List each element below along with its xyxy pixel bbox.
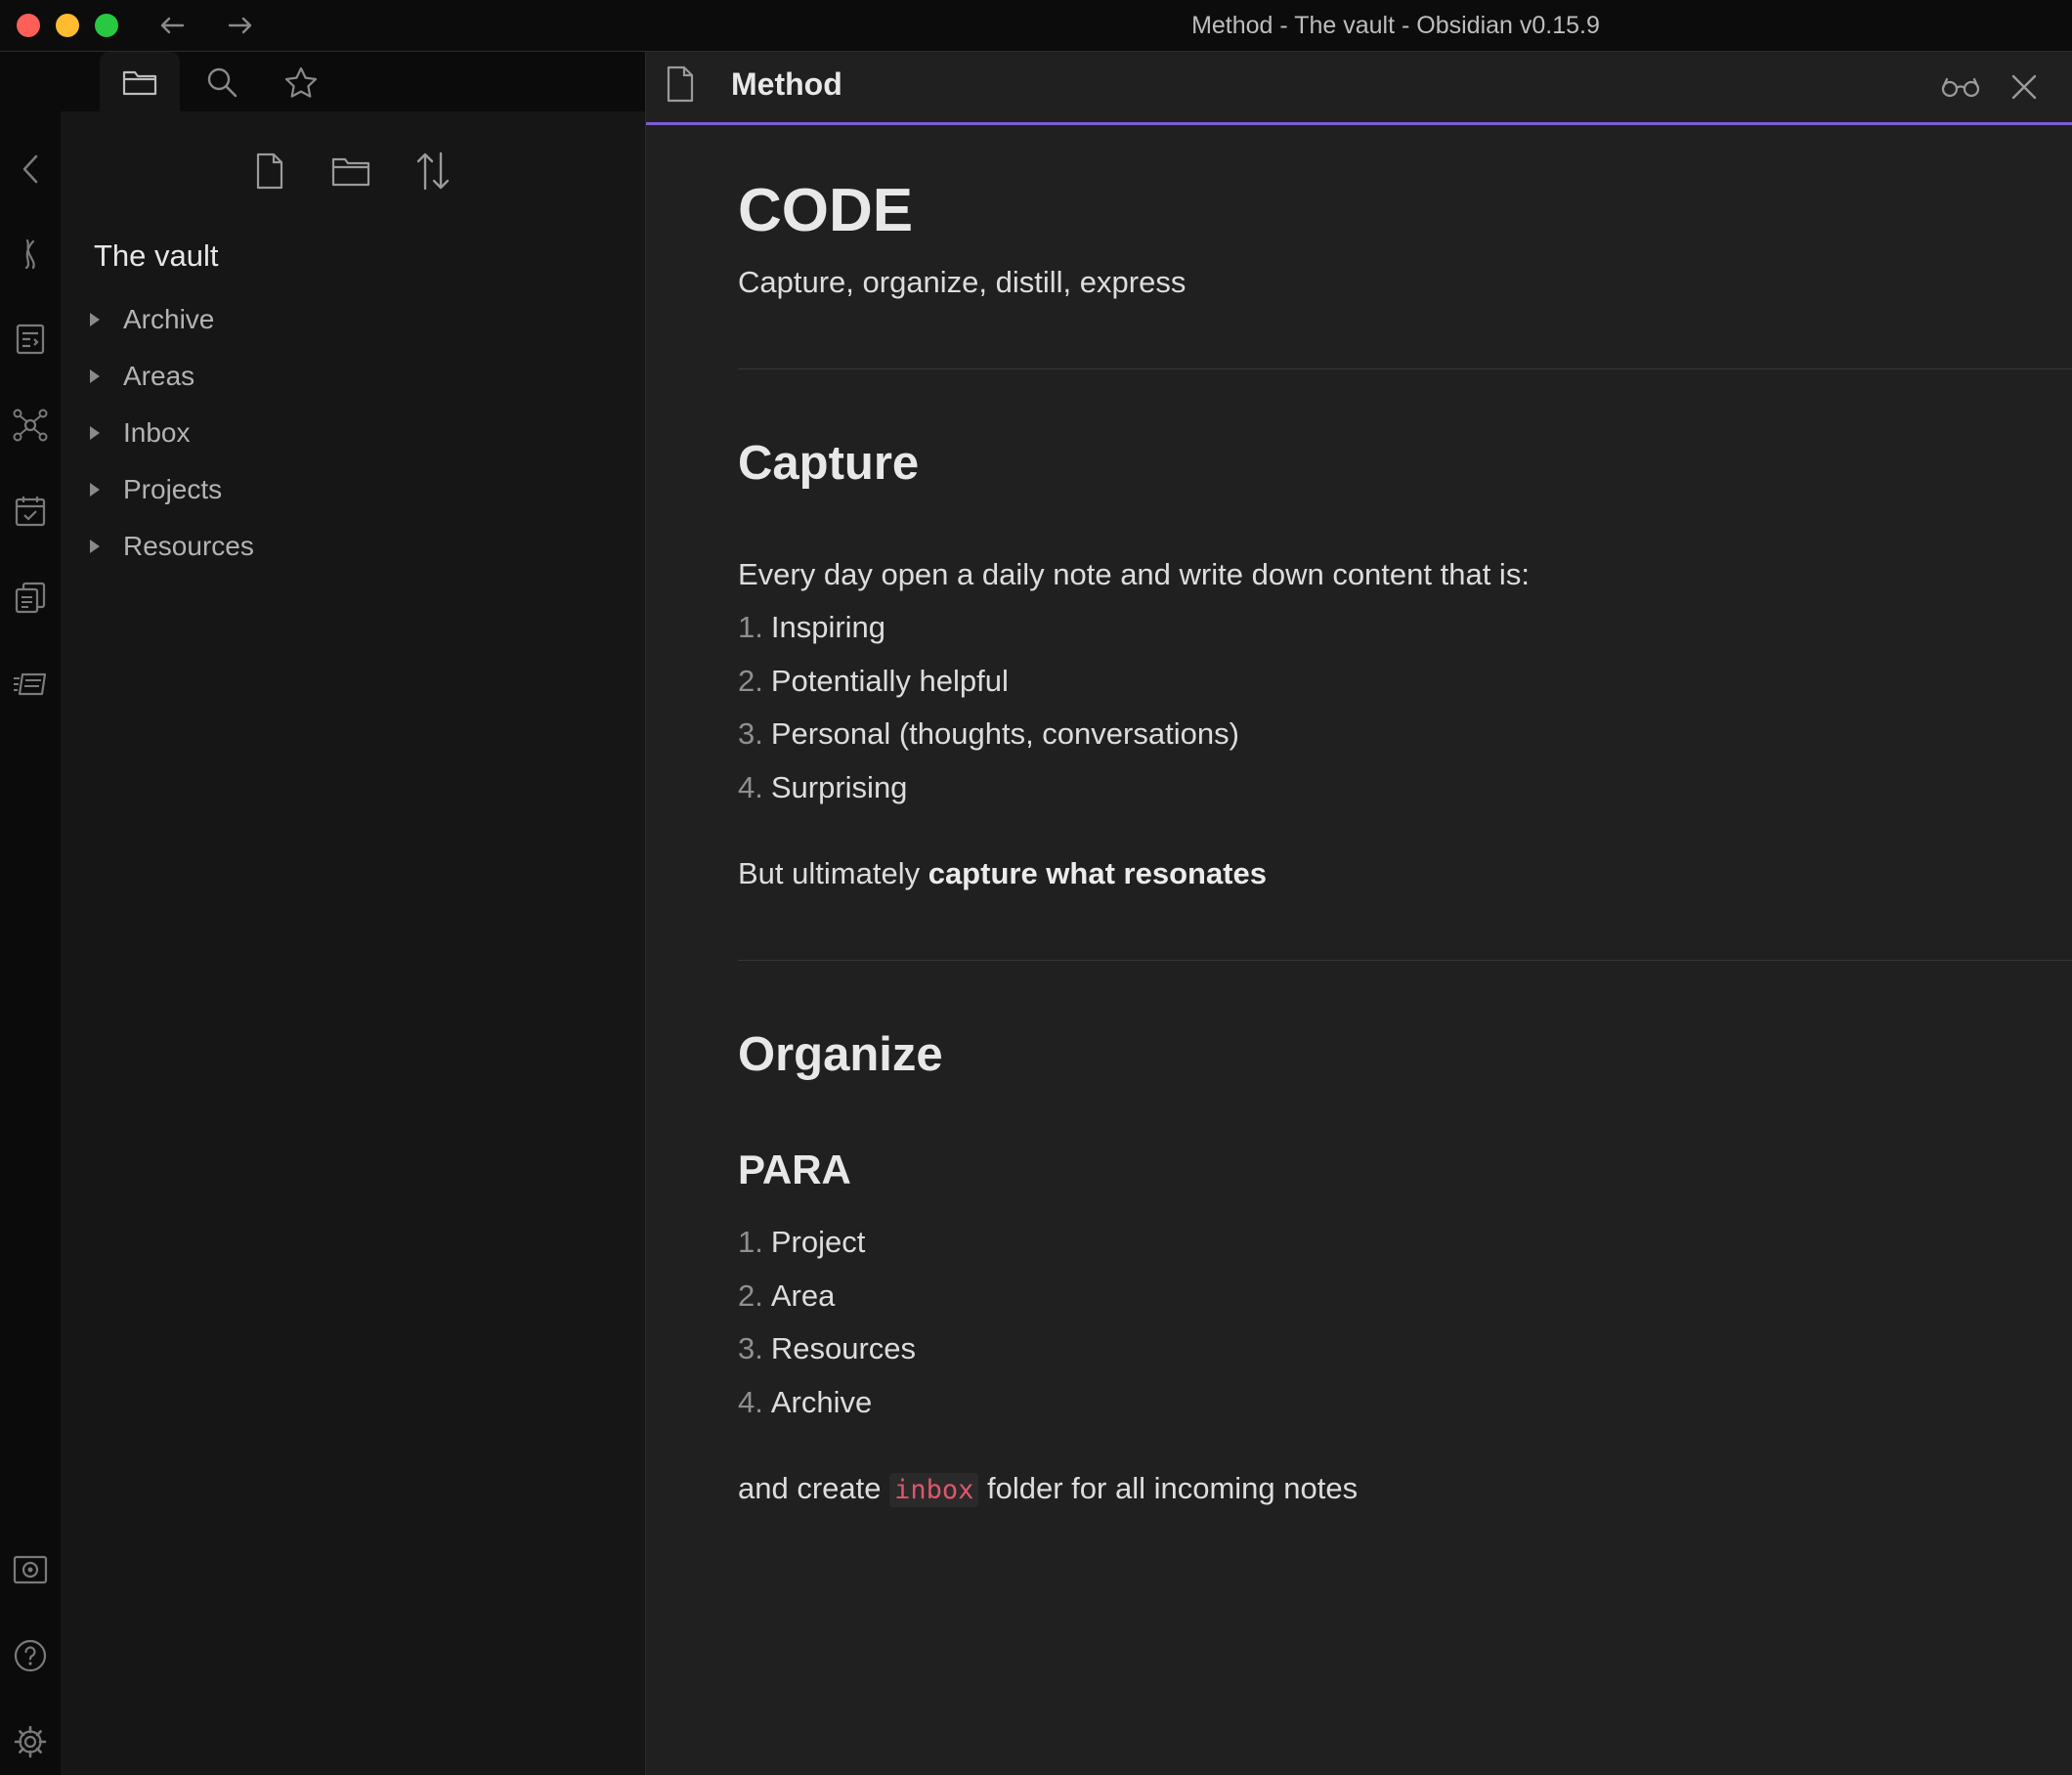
sidebar-tab-strip [61,52,645,111]
list-item: 3. Resources [738,1331,916,1366]
collapse-caret-icon [90,369,100,383]
title-bar: Method - The vault - Obsidian v0.15.9 [0,0,2072,52]
list-number: 2. [738,664,763,698]
inline-code: inbox [889,1473,979,1507]
folder-icon [122,70,157,95]
tab-file-explorer[interactable] [100,52,180,111]
settings-icon[interactable] [11,1722,50,1761]
search-icon [207,67,237,97]
list-item: 1. Project [738,1225,865,1260]
list-number: 1. [738,610,763,644]
folder-label: Projects [123,474,223,504]
document-icon [666,65,695,108]
list-number: 3. [738,716,763,751]
list-number: 4. [738,1385,763,1419]
collapse-caret-icon [90,483,100,497]
list-number: 2. [738,1278,763,1313]
folder-item-archive[interactable]: Archive [88,295,214,344]
note-title[interactable]: Method [731,66,842,103]
help-icon[interactable] [11,1636,50,1675]
close-window-button[interactable] [17,14,40,37]
list-number: 3. [738,1331,763,1365]
heading-organize: Organize [738,1028,943,1081]
folder-label: Areas [123,361,195,391]
vault-icon[interactable] [11,1550,50,1589]
list-item: 2. Area [738,1278,835,1314]
list-item: 3. Personal (thoughts, conversations) [738,716,1239,752]
list-number: 1. [738,1225,763,1259]
tab-starred[interactable] [261,52,341,111]
subtitle-text: Capture, organize, distill, express [738,265,1187,299]
horizontal-rule [738,368,2072,369]
folder-label: Resources [123,531,254,561]
capture-intro: Every day open a daily note and write do… [738,557,1530,591]
heading-code: CODE [738,177,914,244]
file-explorer-panel: The vault Archive Areas Inbox Projects R… [61,111,645,1775]
folder-item-inbox[interactable]: Inbox [88,409,191,457]
collapse-caret-icon [90,313,100,326]
closing-text: and create [738,1471,890,1505]
close-note-button[interactable] [2003,65,2046,108]
folder-item-resources[interactable]: Resources [88,522,254,571]
new-note-icon [256,152,283,190]
capture-closing: But ultimately capture what resonates [738,856,1267,891]
list-item: 4. Surprising [738,770,907,805]
reading-view-button[interactable] [1939,65,1982,108]
list-item: 2. Potentially helpful [738,664,1009,699]
folder-label: Inbox [123,417,191,448]
sort-button[interactable] [409,147,457,195]
close-icon [2011,74,2037,100]
forward-arrow-icon[interactable] [225,10,256,41]
list-number: 4. [738,770,763,804]
templates-icon[interactable] [11,578,50,617]
collapse-caret-icon [90,540,100,553]
horizontal-rule [738,960,2072,961]
star-icon [284,66,318,98]
folder-label: Archive [123,304,215,334]
new-folder-button[interactable] [326,147,375,195]
window-title: Method - The vault - Obsidian v0.15.9 [1191,12,1600,39]
list-text: Surprising [770,770,908,804]
graph-icon[interactable] [11,406,50,445]
sort-icon [416,152,450,191]
slides-icon[interactable] [11,664,50,703]
maximize-window-button[interactable] [95,14,118,37]
closing-text: But ultimately [738,856,928,890]
list-item: 4. Archive [738,1385,872,1420]
pane-divider[interactable] [645,52,646,1775]
minimize-window-button[interactable] [56,14,79,37]
organize-closing: and create inbox folder for all incoming… [738,1471,1359,1507]
new-note-button[interactable] [245,147,294,195]
list-text: Project [770,1225,866,1259]
folder-item-areas[interactable]: Areas [88,352,194,401]
collapse-caret-icon [90,426,100,440]
back-arrow-icon[interactable] [156,10,188,41]
glasses-icon [1941,77,1980,98]
closing-suffix-text: folder for all incoming notes [978,1471,1359,1505]
vault-name[interactable]: The vault [94,238,219,274]
command-palette-icon[interactable] [11,320,50,359]
file-explorer-actions [61,147,645,195]
list-text: Resources [770,1331,917,1365]
heading-capture: Capture [738,437,920,490]
note-header: Method [646,52,2072,125]
left-ribbon [0,52,61,1775]
list-item: 1. Inspiring [738,610,885,645]
heading-para: PARA [738,1147,851,1192]
closing-bold-text: capture what resonates [928,856,1267,890]
list-text: Inspiring [770,610,886,644]
list-text: Area [770,1278,836,1313]
tab-search[interactable] [182,52,262,111]
new-folder-icon [331,157,370,187]
list-text: Potentially helpful [770,664,1009,698]
list-text: Archive [770,1385,873,1419]
folder-item-projects[interactable]: Projects [88,465,222,514]
daily-note-icon[interactable] [11,492,50,531]
list-text: Personal (thoughts, conversations) [770,716,1239,751]
quickswitch-icon[interactable] [11,235,50,274]
collapse-chevron-icon[interactable] [11,150,50,189]
